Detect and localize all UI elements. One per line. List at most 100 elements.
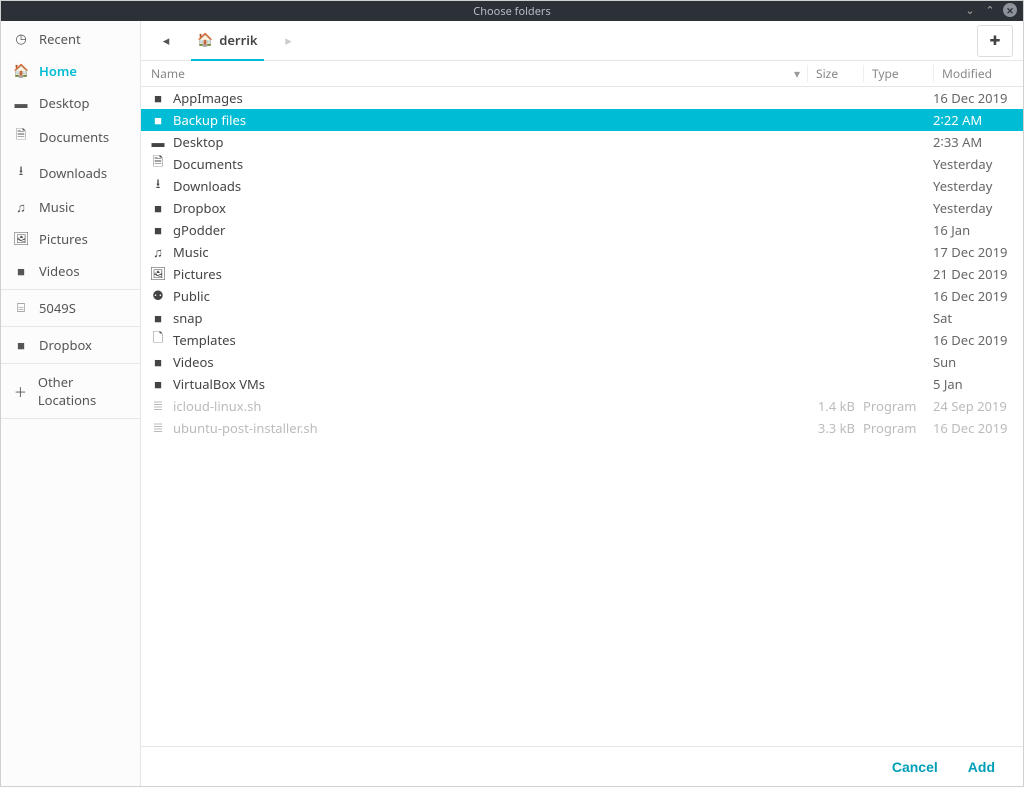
public-icon: ⚉: [149, 288, 167, 304]
new-folder-button[interactable]: ✚: [977, 25, 1013, 57]
pictures-icon: 🖼: [13, 231, 29, 247]
file-name: icloud-linux.sh: [173, 397, 799, 415]
folder-icon: ■: [149, 201, 167, 216]
file-row[interactable]: ■Backup files2∶22 AM: [141, 109, 1023, 131]
file-chooser-window: Choose folders ⌄ ⌃ ✕ ◷Recent🏠Home▬Deskto…: [0, 0, 1024, 787]
file-size: 1.4 kB: [799, 397, 855, 415]
file-row[interactable]: ♫ Music 17 Dec 2019: [141, 241, 1023, 263]
minimize-icon[interactable]: ⌄: [963, 3, 977, 17]
file-name: Backup files: [173, 111, 799, 129]
file-modified: 16 Dec 2019: [925, 331, 1015, 349]
home-icon: 🏠: [197, 32, 213, 48]
file-modified: Yesterday: [925, 155, 1015, 173]
file-row[interactable]: ■gPodder16 Jan: [141, 219, 1023, 241]
file-modified: 16 Dec 2019: [925, 419, 1015, 437]
file-row[interactable]: ⚉Public16 Dec 2019: [141, 285, 1023, 307]
title-bar: Choose folders ⌄ ⌃ ✕: [1, 1, 1023, 21]
file-name: Music: [173, 243, 799, 261]
music-icon: ♫: [149, 245, 167, 260]
folder-icon: ■: [149, 311, 167, 326]
back-button[interactable]: ◂: [151, 26, 181, 56]
dialog-footer: Cancel Add: [141, 746, 1023, 786]
file-modified: 5 Jan: [925, 375, 1015, 393]
breadcrumb-home[interactable]: 🏠 derrik: [191, 21, 264, 61]
maximize-icon[interactable]: ⌃: [983, 3, 997, 17]
folder-icon: ■: [149, 377, 167, 392]
file-modified: 21 Dec 2019: [925, 265, 1015, 283]
file-row[interactable]: ⭳DownloadsYesterday: [141, 175, 1023, 197]
folder-icon: ■: [149, 223, 167, 238]
sidebar-item-pictures[interactable]: 🖼 Pictures: [1, 223, 140, 255]
column-type[interactable]: Type: [863, 65, 933, 82]
clock-icon: ◷: [13, 31, 29, 47]
file-row[interactable]: ■snapSat: [141, 307, 1023, 329]
folder-icon: ■: [149, 113, 167, 128]
sidebar-item-5049s[interactable]: ⌸ 5049S: [1, 292, 140, 324]
pictures-icon: 🖼: [149, 266, 167, 282]
sort-indicator-icon[interactable]: ▾: [787, 67, 807, 81]
file-row[interactable]: ■VideosSun: [141, 351, 1023, 373]
drive-icon: ⌸: [13, 300, 29, 316]
file-name: Documents: [173, 155, 799, 173]
folder-icon: ■: [13, 338, 29, 353]
sidebar-item-home[interactable]: 🏠Home: [1, 55, 140, 87]
plus-icon: ＋: [13, 382, 28, 401]
file-modified: Sat: [925, 309, 1015, 327]
sidebar-item-videos[interactable]: ■Videos: [1, 255, 140, 287]
file-modified: Yesterday: [925, 199, 1015, 217]
forward-button[interactable]: ▸: [274, 26, 304, 56]
file-row[interactable]: 🗎DocumentsYesterday: [141, 153, 1023, 175]
file-modified: 16 Dec 2019: [925, 287, 1015, 305]
sidebar-item-label: Dropbox: [39, 336, 92, 354]
file-row[interactable]: ■ Dropbox Yesterday: [141, 197, 1023, 219]
main-pane: ◂ 🏠 derrik ▸ ✚ Name ▾ Size: [141, 21, 1023, 786]
file-name: VirtualBox VMs: [173, 375, 799, 393]
file-name: Desktop: [173, 133, 799, 151]
file-type: Program: [855, 397, 925, 415]
sidebar-item-label: 5049S: [39, 299, 76, 317]
video-icon: ■: [13, 264, 29, 279]
file-row[interactable]: ≣ubuntu-post-installer.sh3.3 kBProgram16…: [141, 417, 1023, 439]
file-name: Dropbox: [173, 199, 799, 217]
path-toolbar: ◂ 🏠 derrik ▸ ✚: [141, 21, 1023, 61]
file-name: AppImages: [173, 89, 799, 107]
window-controls: ⌄ ⌃ ✕: [963, 3, 1017, 17]
file-modified: 24 Sep 2019: [925, 397, 1015, 415]
sidebar-item-dropbox[interactable]: ■ Dropbox: [1, 329, 140, 361]
sidebar-item-other-locations[interactable]: ＋Other Locations: [1, 366, 140, 416]
file-name: Videos: [173, 353, 799, 371]
file-size: 3.3 kB: [799, 419, 855, 437]
sidebar-item-label: Home: [39, 62, 77, 80]
sidebar-item-music[interactable]: ♫Music: [1, 191, 140, 223]
sidebar-item-recent[interactable]: ◷Recent: [1, 23, 140, 55]
sidebar-item-documents[interactable]: 🗎Documents: [1, 119, 140, 155]
sidebar-item-downloads[interactable]: ⭳Downloads: [1, 155, 140, 191]
sidebar-item-label: Pictures: [39, 230, 88, 248]
file-row[interactable]: ■ VirtualBox VMs 5 Jan: [141, 373, 1023, 395]
cancel-button[interactable]: Cancel: [892, 759, 938, 775]
file-modified: 17 Dec 2019: [925, 243, 1015, 261]
new-folder-icon: ✚: [990, 33, 1001, 49]
template-icon: 🗋: [149, 329, 167, 351]
column-name[interactable]: Name: [141, 65, 787, 82]
add-button[interactable]: Add: [968, 759, 995, 775]
sidebar-item-desktop[interactable]: ▬Desktop: [1, 87, 140, 119]
places-sidebar: ◷Recent🏠Home▬Desktop🗎Documents⭳Downloads…: [1, 21, 141, 786]
file-row[interactable]: ■AppImages16 Dec 2019: [141, 87, 1023, 109]
file-row[interactable]: ▬Desktop2∶33 AM: [141, 131, 1023, 153]
breadcrumb: 🏠 derrik: [181, 21, 274, 61]
script-icon: ≣: [149, 398, 167, 414]
column-modified[interactable]: Modified: [933, 65, 1023, 82]
column-size[interactable]: Size: [807, 65, 863, 82]
document-icon: 🗎: [13, 126, 29, 148]
file-row[interactable]: ≣ icloud-linux.sh1.4 kBProgram24 Sep 2019: [141, 395, 1023, 417]
file-name: Pictures: [173, 265, 799, 283]
close-icon[interactable]: ✕: [1003, 3, 1017, 17]
folder-icon: ■: [149, 91, 167, 106]
video-icon: ■: [149, 355, 167, 370]
file-row[interactable]: 🖼 Pictures 21 Dec 2019: [141, 263, 1023, 285]
file-row[interactable]: 🗋Templates16 Dec 2019: [141, 329, 1023, 351]
desktop-icon: ▬: [13, 96, 29, 111]
file-name: Downloads: [173, 177, 799, 195]
sidebar-item-label: Music: [39, 198, 75, 216]
